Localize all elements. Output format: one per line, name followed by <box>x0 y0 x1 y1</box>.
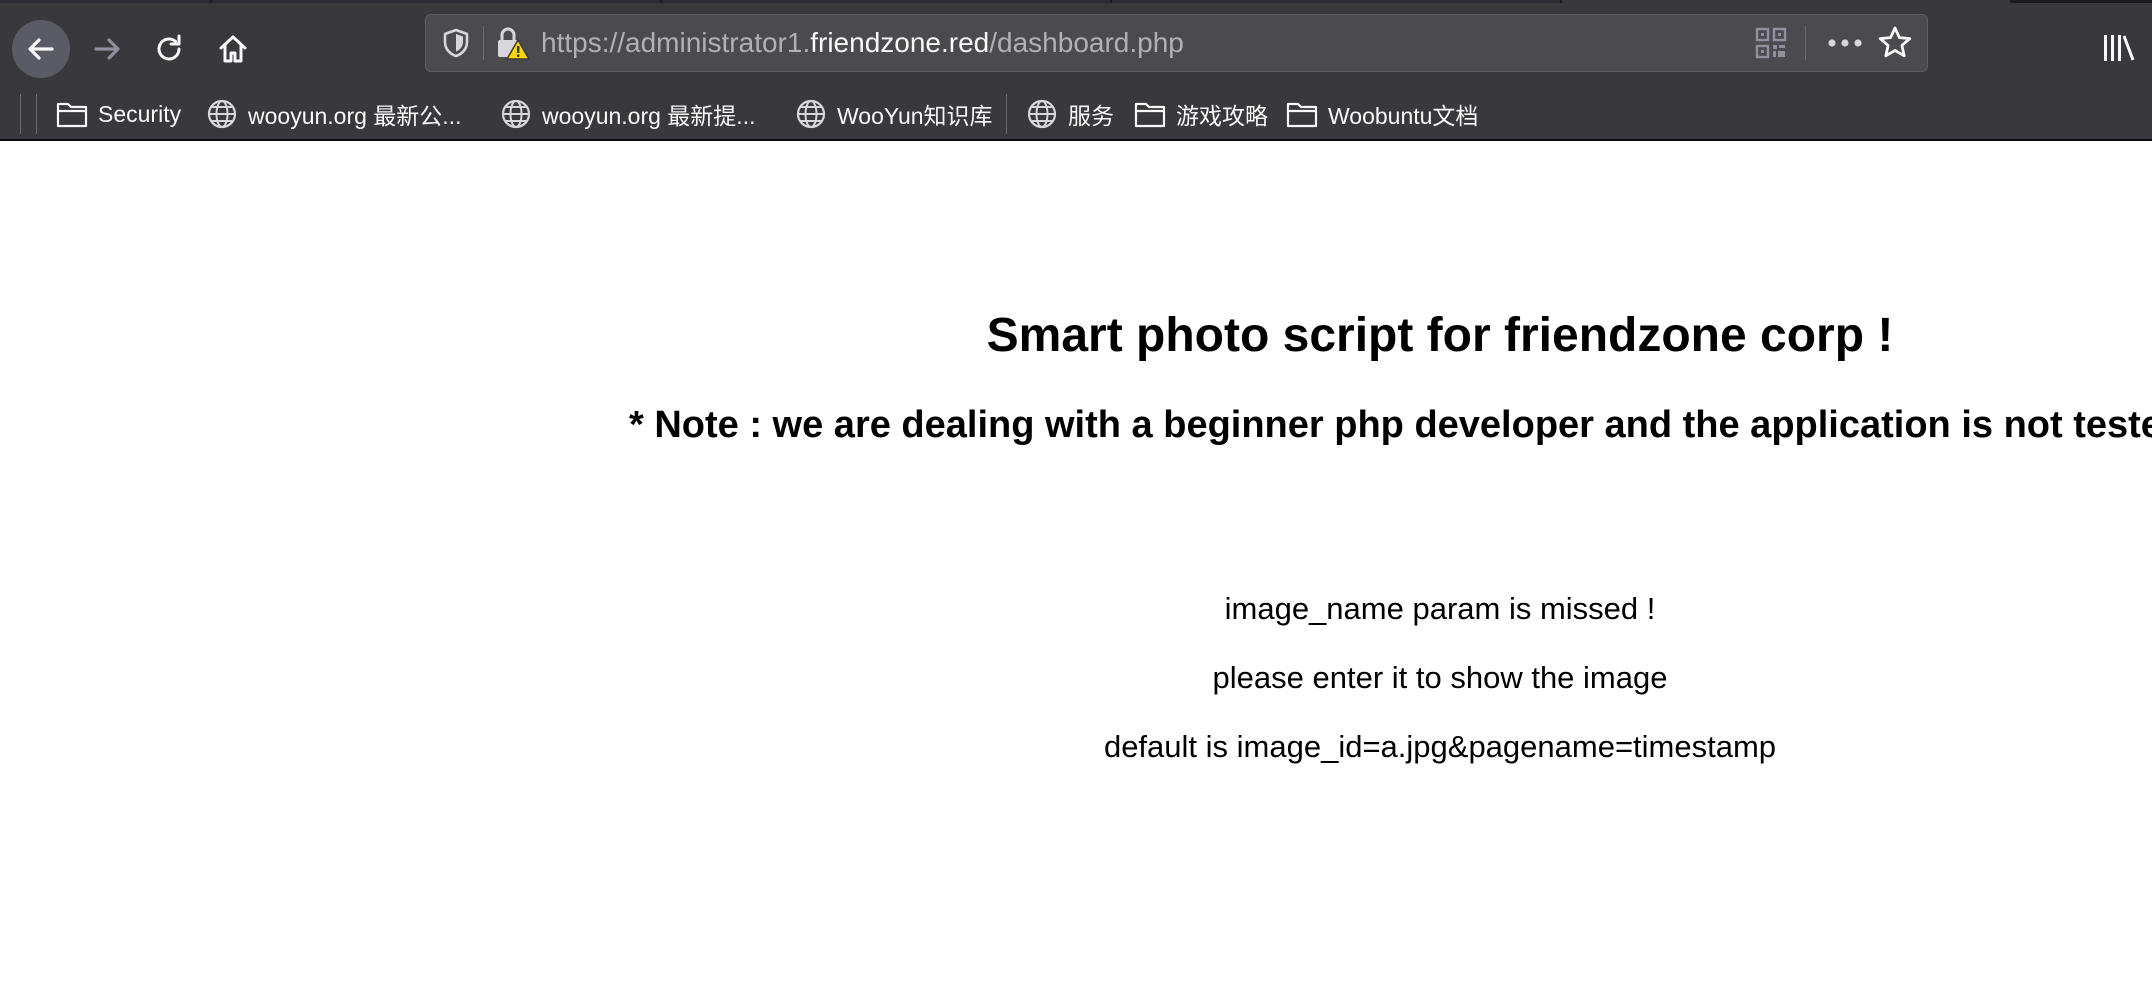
globe-icon <box>206 98 238 130</box>
url-path: /dashboard.php <box>989 27 1184 58</box>
bookmark-label: wooyun.org 最新提... <box>542 103 756 129</box>
page-content: Smart photo script for friendzone corp !… <box>0 141 2152 994</box>
arrow-right-icon <box>94 38 120 60</box>
tab-edge[interactable] <box>1112 0 1560 3</box>
insecure-lock-warning-icon[interactable] <box>495 26 531 62</box>
bookmark-label: 服务 <box>1068 103 1114 129</box>
error-message: image_name param is missed ! <box>1224 591 1656 626</box>
url-text[interactable]: https://administrator1.friendzone.red/da… <box>541 14 1184 72</box>
reload-icon <box>157 34 181 61</box>
bookmark-label: WooYun知识库 <box>837 103 993 129</box>
globe-icon <box>795 98 827 130</box>
divider <box>483 26 484 60</box>
tab-edge-active[interactable] <box>1562 0 2010 3</box>
bookmark-folder-game-guides[interactable]: 游戏攻略 <box>1134 92 1268 136</box>
qr-code-icon[interactable] <box>1755 27 1787 59</box>
folder-icon <box>56 98 88 130</box>
tab-edge[interactable] <box>0 0 210 3</box>
library-icon[interactable] <box>2100 30 2136 66</box>
divider <box>1805 26 1806 60</box>
divider <box>36 94 37 134</box>
folder-icon <box>1134 98 1166 130</box>
tab-edge[interactable] <box>662 0 1110 3</box>
tab-edge[interactable] <box>212 0 660 3</box>
bookmark-label: Security <box>98 100 182 127</box>
bookmark-wooyun-knowledge[interactable]: WooYun知识库 <box>795 92 993 136</box>
bookmark-label: wooyun.org 最新公... <box>248 103 462 129</box>
home-button[interactable] <box>204 20 262 78</box>
back-button[interactable] <box>12 20 70 78</box>
tab-strip-edge <box>0 0 2152 3</box>
star-icon[interactable] <box>1877 25 1913 61</box>
bookmarks-toolbar: Security wooyun.org 最新公... wooyun.org 最新… <box>0 90 2152 138</box>
bookmark-folder-woobuntu-docs[interactable]: Woobuntu文档 <box>1286 92 1478 136</box>
divider <box>20 94 21 134</box>
home-icon <box>219 35 247 63</box>
forward-button[interactable] <box>78 20 136 78</box>
bookmark-label: Woobuntu文档 <box>1328 103 1479 129</box>
divider <box>1006 94 1007 134</box>
url-scheme-prefix: https://administrator1. <box>541 27 811 58</box>
bookmark-wooyun-submit[interactable]: wooyun.org 最新提... <box>500 92 755 136</box>
page-actions-ellipsis-icon[interactable] <box>1823 27 1867 59</box>
arrow-left-icon <box>28 38 54 60</box>
url-host: friendzone.red <box>810 27 990 58</box>
navigation-toolbar: https://administrator1.friendzone.red/da… <box>0 6 2152 84</box>
address-bar[interactable]: https://administrator1.friendzone.red/da… <box>425 14 1928 72</box>
browser-chrome: https://administrator1.friendzone.red/da… <box>0 0 2152 141</box>
bookmark-folder-security[interactable]: Security <box>56 92 181 136</box>
folder-icon <box>1286 98 1318 130</box>
globe-icon <box>500 98 532 130</box>
page-title: Smart photo script for friendzone corp ! <box>986 309 1894 362</box>
instruction-message: please enter it to show the image <box>1212 660 1668 695</box>
default-params-message: default is image_id=a.jpg&pagename=times… <box>1103 729 1777 764</box>
bookmark-label: 游戏攻略 <box>1176 103 1268 129</box>
reload-button[interactable] <box>140 20 198 78</box>
bookmark-services[interactable]: 服务 <box>1026 92 1114 136</box>
globe-icon <box>1026 98 1058 130</box>
developer-note: * Note : we are dealing with a beginner … <box>629 404 2152 446</box>
bookmark-wooyun-public[interactable]: wooyun.org 最新公... <box>206 92 461 136</box>
tracking-protection-shield-icon[interactable] <box>439 26 473 60</box>
